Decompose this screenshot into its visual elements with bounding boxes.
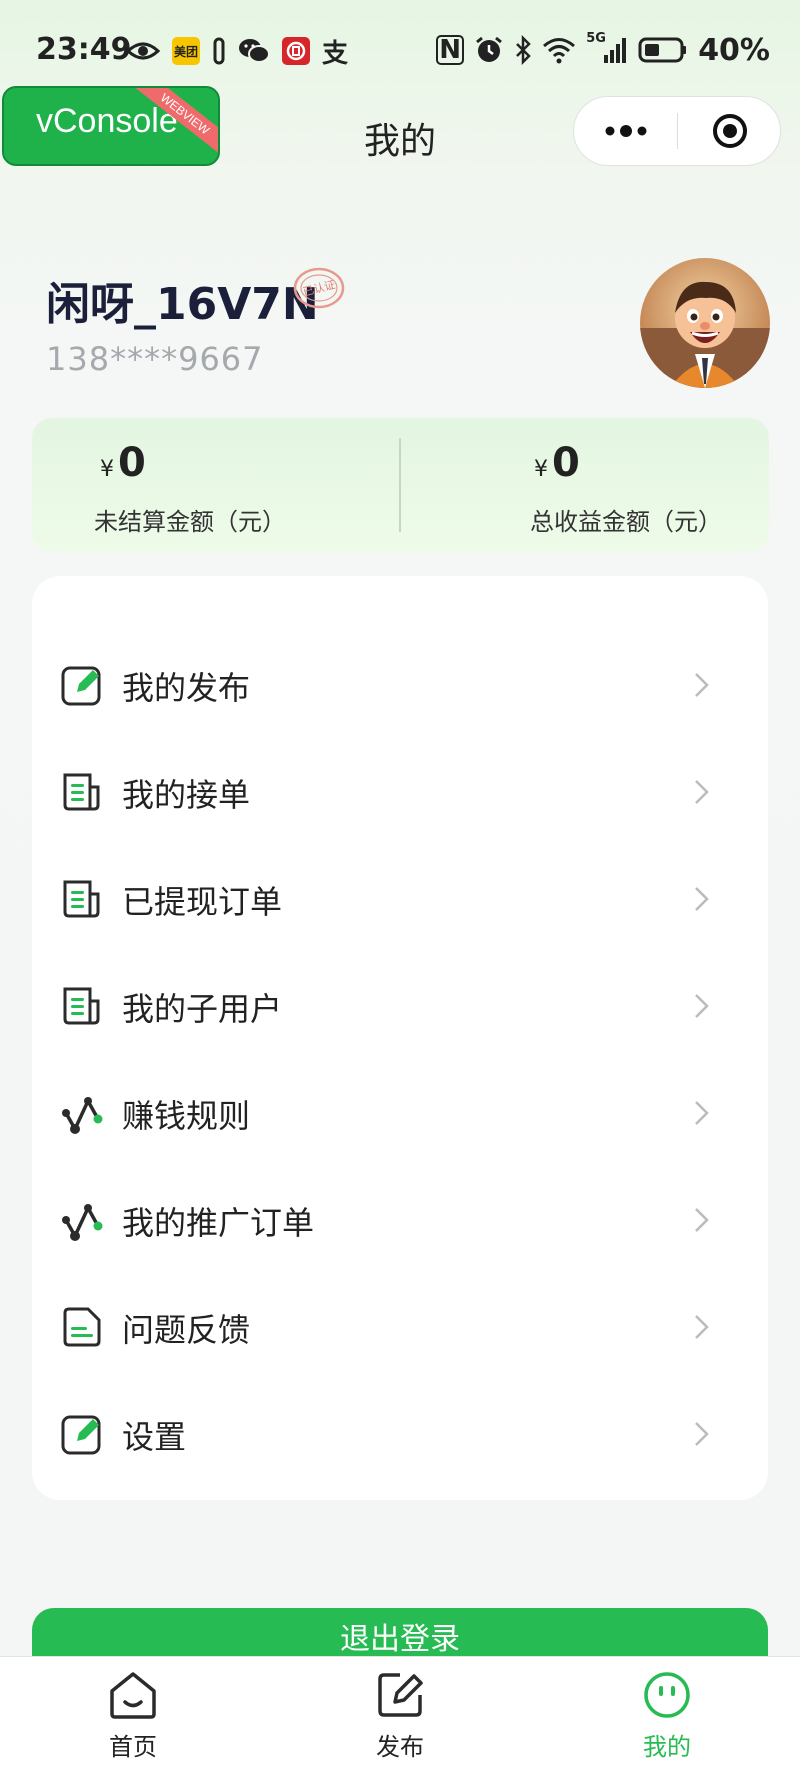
status-notification-icons: 美团 支	[126, 34, 349, 69]
menu-item-label: 我的接单	[122, 776, 251, 814]
menu-item-label: 赚钱规则	[122, 1097, 251, 1135]
bluetooth-icon	[514, 35, 532, 65]
document-icon	[63, 773, 100, 811]
document-icon	[63, 987, 100, 1025]
verified-stamp-icon: 已认证	[293, 267, 345, 309]
menu-item-settings[interactable]: 设置	[32, 1380, 768, 1487]
bank-app-icon	[282, 37, 310, 65]
eye-icon	[126, 39, 160, 63]
signal-icon: 5G	[586, 31, 628, 65]
signal-label: 5G	[586, 31, 606, 46]
trend-icon	[62, 1097, 103, 1134]
user-phone: 138****9667	[46, 340, 264, 378]
status-system-icons: N 5G 40%	[436, 31, 770, 68]
unsettled-value-row: ¥ 0	[100, 440, 146, 486]
menu-item-promotion-orders[interactable]: 我的推广订单	[32, 1166, 768, 1273]
verified-stamp-label: 已认证	[302, 278, 337, 299]
total-label: 总收益金额（元）	[530, 508, 722, 536]
total-value: 0	[552, 440, 580, 486]
tab-label: 我的	[643, 1733, 691, 1761]
app-notification-icon	[212, 37, 226, 65]
menu-item-label: 我的发布	[122, 669, 251, 707]
menu-item-my-orders[interactable]: 我的接单	[32, 738, 768, 845]
alarm-icon	[474, 35, 504, 65]
menu-item-earning-rules[interactable]: 赚钱规则	[32, 1059, 768, 1166]
tab-mine[interactable]: 我的	[587, 1657, 747, 1769]
wifi-icon	[542, 36, 576, 64]
chevron-right-icon	[695, 673, 709, 697]
menu-list: 我的发布 我的接单 已提现订单 我的子用户 赚钱规则 我的推广订单 问题反馈 设…	[32, 576, 768, 1500]
more-options-button[interactable]	[574, 97, 677, 165]
edit-icon	[61, 1415, 101, 1455]
wechat-icon	[238, 37, 270, 65]
alipay-icon: 支	[322, 38, 349, 69]
chevron-right-icon	[695, 887, 709, 911]
trend-icon	[62, 1204, 103, 1241]
menu-item-label: 我的推广订单	[122, 1204, 315, 1242]
face-icon	[644, 1672, 690, 1718]
unsettled-amount[interactable]: ¥ 0 未结算金额（元）	[32, 418, 400, 552]
more-dots-icon	[605, 125, 646, 137]
currency-symbol: ¥	[534, 457, 548, 482]
menu-item-feedback[interactable]: 问题反馈	[32, 1273, 768, 1380]
tab-bar: 首页 发布 我的	[0, 1656, 800, 1769]
status-time: 23:49	[36, 32, 132, 67]
unsettled-value: 0	[118, 440, 146, 486]
battery-icon	[638, 36, 688, 64]
tab-label: 发布	[376, 1733, 424, 1761]
status-bar: 23:49 美团 支 N 5G 40%	[0, 22, 800, 82]
user-nickname: 闲呀_16V7N	[46, 279, 319, 330]
menu-item-label: 已提现订单	[122, 883, 283, 921]
edit-icon	[378, 1673, 423, 1717]
meituan-icon: 美团	[172, 37, 200, 65]
home-icon	[110, 1672, 156, 1719]
miniprogram-capsule	[573, 96, 781, 166]
avatar[interactable]	[640, 258, 770, 388]
menu-item-withdrawn-orders[interactable]: 已提现订单	[32, 845, 768, 952]
menu-item-my-posts[interactable]: 我的发布	[32, 631, 768, 738]
chevron-right-icon	[695, 994, 709, 1018]
chevron-right-icon	[695, 1208, 709, 1232]
currency-symbol: ¥	[100, 457, 114, 482]
menu-item-sub-users[interactable]: 我的子用户	[32, 952, 768, 1059]
chevron-right-icon	[695, 1422, 709, 1446]
nfc-icon: N	[436, 35, 465, 65]
document-icon	[63, 880, 100, 918]
battery-percent: 40%	[698, 32, 770, 68]
feedback-icon	[63, 1307, 101, 1347]
edit-icon	[61, 666, 101, 706]
target-close-icon	[712, 114, 747, 148]
menu-item-label: 我的子用户	[122, 990, 283, 1028]
chevron-right-icon	[695, 1315, 709, 1339]
earnings-card: ¥ 0 未结算金额（元） ¥ 0 总收益金额（元）	[32, 418, 769, 552]
chevron-right-icon	[695, 1101, 709, 1125]
tab-home[interactable]: 首页	[53, 1657, 213, 1769]
chevron-right-icon	[695, 780, 709, 804]
tab-label: 首页	[109, 1733, 157, 1761]
unsettled-label: 未结算金额（元）	[94, 508, 286, 536]
menu-item-label: 设置	[122, 1418, 187, 1456]
total-earnings[interactable]: ¥ 0 总收益金额（元）	[400, 418, 768, 552]
total-value-row: ¥ 0	[534, 440, 580, 486]
tab-publish[interactable]: 发布	[320, 1657, 480, 1769]
menu-item-label: 问题反馈	[122, 1311, 251, 1349]
close-miniprogram-button[interactable]	[678, 97, 781, 165]
